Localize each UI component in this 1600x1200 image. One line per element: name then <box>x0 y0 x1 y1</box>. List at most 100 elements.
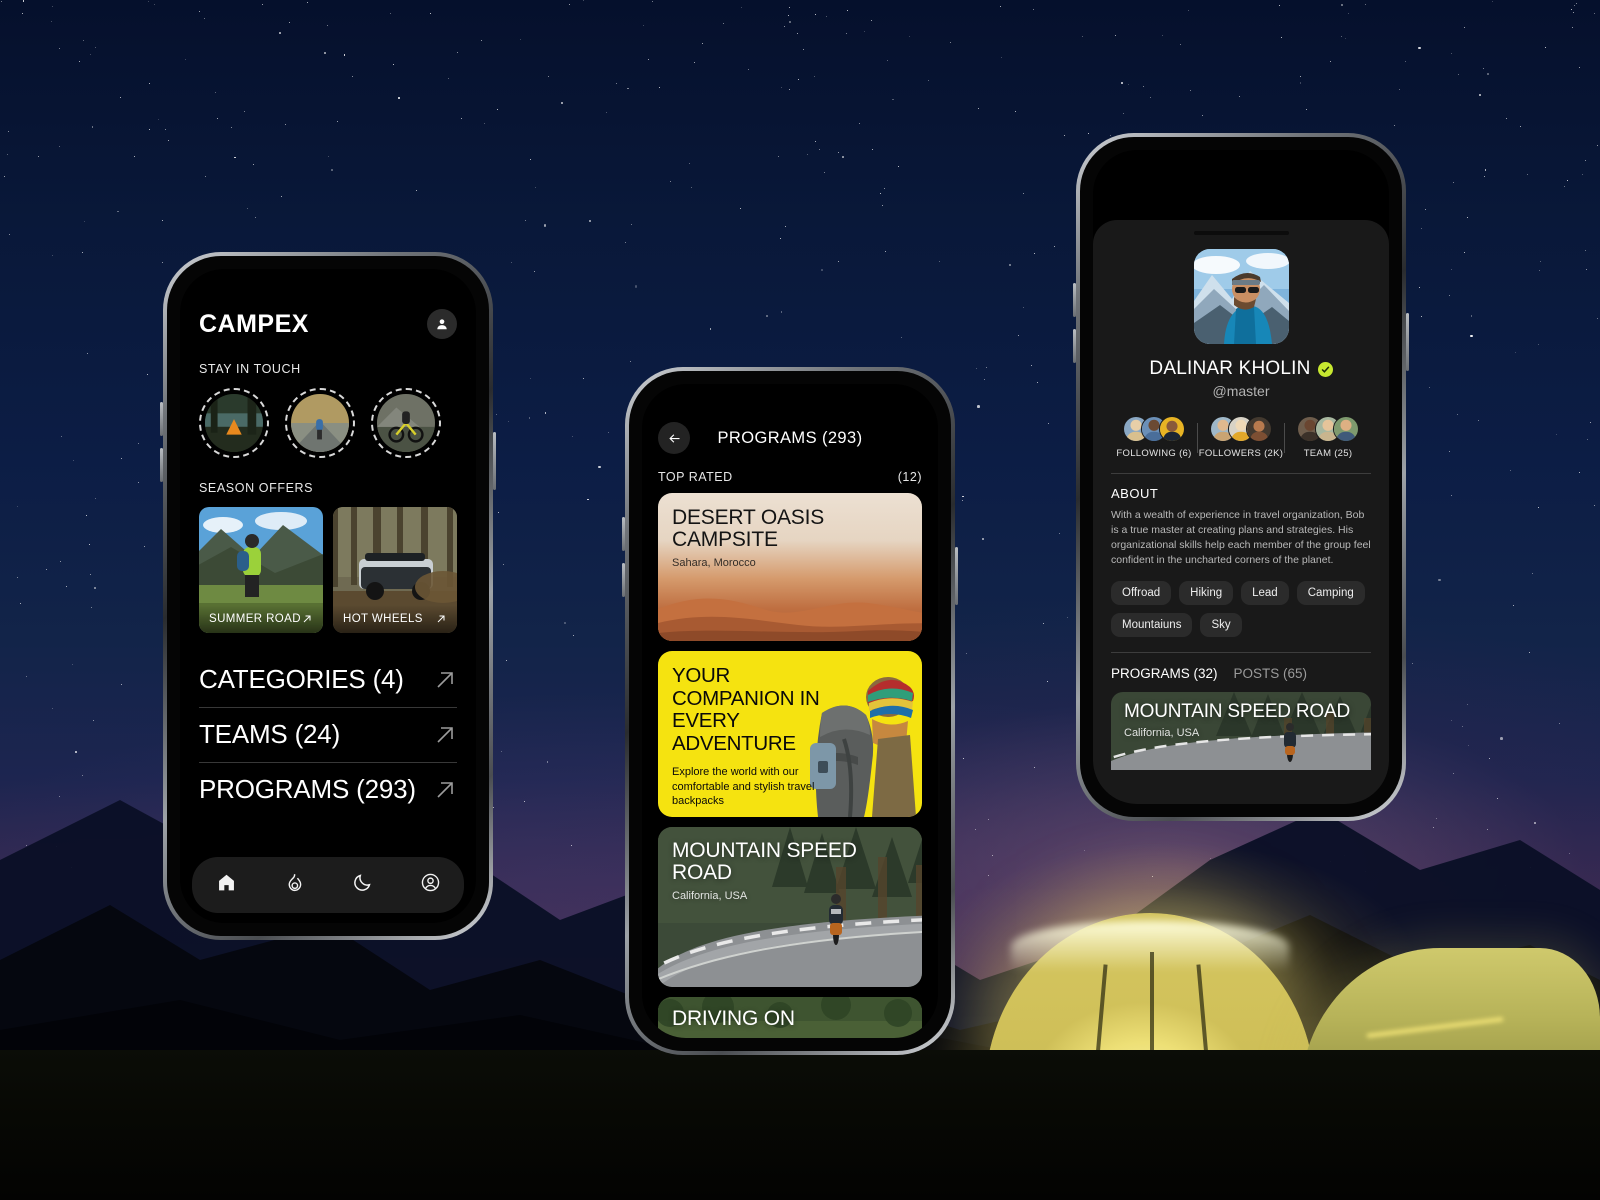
arrow-up-right-icon <box>303 615 311 623</box>
stat-team[interactable]: TEAM (25) <box>1285 416 1371 459</box>
stories-row[interactable] <box>199 388 457 458</box>
card-location: California, USA <box>672 889 748 902</box>
phone2-power[interactable] <box>955 547 958 605</box>
story-item[interactable] <box>371 388 441 458</box>
tab-night[interactable] <box>352 872 373 898</box>
tag-offroad[interactable]: Offroad <box>1111 580 1172 605</box>
arrow-up-right-icon <box>437 726 453 743</box>
arrow-up-right-icon <box>437 781 453 798</box>
tab-profile[interactable] <box>420 872 441 898</box>
promo-card-backpacks[interactable]: YOUR COMPANION IN EVERY ADVENTURE Explor… <box>658 651 922 817</box>
card-location: Sahara, Morocco <box>672 556 756 569</box>
tab-posts[interactable]: POSTS (65) <box>1234 666 1308 681</box>
profile-tabs: PROGRAMS (32) POSTS (65) <box>1111 666 1371 681</box>
nav-label: PROGRAMS (293) <box>199 774 416 804</box>
arrow-up-right-icon <box>437 671 453 688</box>
profile-handle: @master <box>1212 383 1270 399</box>
avatar-stack <box>1210 416 1272 442</box>
program-card-desert-oasis[interactable]: DESERT OASIS CAMPSITE Sahara, Morocco <box>658 493 922 641</box>
nav-label: TEAMS (24) <box>199 719 341 749</box>
story-ring <box>371 388 441 458</box>
phone-profile-screen: DALINAR KHOLIN @master FOLLOWING (6) FOL… <box>1073 133 1409 821</box>
card-title: DESERT OASIS CAMPSITE <box>672 506 825 551</box>
verified-check-icon <box>1317 361 1333 377</box>
offer-caption: SUMMER ROAD <box>199 605 323 633</box>
phone3-power[interactable] <box>1406 313 1409 371</box>
phone1-screen: CAMPEX STAY IN TOUCH SEASON OFFERS SUMME… <box>180 269 476 923</box>
card-title: MOUNTAIN SPEED ROAD <box>1124 700 1350 722</box>
tag-mountaiuns[interactable]: Mountaiuns <box>1111 612 1193 637</box>
phone2-volume-down[interactable] <box>622 563 625 597</box>
tab-programs[interactable]: PROGRAMS (32) <box>1111 666 1218 681</box>
offer-card-hot-wheels[interactable]: HOT WHEELS <box>333 507 457 633</box>
phone1-notch <box>271 269 385 277</box>
nav-label: CATEGORIES (4) <box>199 664 404 694</box>
tag-sky[interactable]: Sky <box>1200 612 1242 637</box>
profile-name-row: DALINAR KHOLIN <box>1111 358 1371 380</box>
nav-item-programs[interactable]: PROGRAMS (293) <box>199 763 457 817</box>
tab-trending[interactable] <box>284 872 305 898</box>
offer-card-summer-road[interactable]: SUMMER ROAD <box>199 507 323 633</box>
phone1-volume-down[interactable] <box>160 448 163 482</box>
program-card-mountain-speed-road[interactable]: MOUNTAIN SPEED ROAD California, USA <box>658 827 922 987</box>
section-label: TOP RATED <box>658 470 733 484</box>
profile-program-card[interactable]: MOUNTAIN SPEED ROAD California, USA <box>1111 691 1371 770</box>
avatar <box>1333 416 1359 442</box>
avatar-stack <box>1123 416 1185 442</box>
phone3-notch <box>1184 150 1298 158</box>
card-text: MOUNTAIN SPEED ROAD California, USA <box>672 840 922 902</box>
tag-hiking[interactable]: Hiking <box>1179 580 1234 605</box>
profile-button[interactable] <box>427 309 457 339</box>
profile-name: DALINAR KHOLIN <box>1149 358 1311 379</box>
avatar <box>1159 416 1185 442</box>
card-text: DESERT OASIS CAMPSITE Sahara, Morocco <box>672 507 922 569</box>
tag-camping[interactable]: Camping <box>1296 580 1365 605</box>
user-circle-icon <box>421 873 439 892</box>
phone2-bezel: PROGRAMS (293) TOP RATED (12) DESERT OAS… <box>629 371 951 1051</box>
offer-label: SUMMER ROAD <box>209 613 301 625</box>
story-item[interactable] <box>199 388 269 458</box>
card-title: MOUNTAIN SPEED ROAD <box>672 839 857 884</box>
stay-in-touch-label: STAY IN TOUCH <box>199 362 301 376</box>
nav-item-teams[interactable]: TEAMS (24) <box>199 708 457 763</box>
nav-list: CATEGORIES (4) TEAMS (24) PROGRAMS (293) <box>199 653 457 817</box>
flame-icon <box>288 874 301 892</box>
ground <box>0 1050 1600 1200</box>
phone3-bezel: DALINAR KHOLIN @master FOLLOWING (6) FOL… <box>1080 137 1402 817</box>
section-count: (12) <box>897 470 922 484</box>
promo-body: Explore the world with our comfortable a… <box>672 766 815 808</box>
avatar <box>1246 416 1272 442</box>
stat-followers[interactable]: FOLLOWERS (2K) <box>1198 416 1284 459</box>
tab-home[interactable] <box>216 872 237 898</box>
app-header: CAMPEX <box>180 269 476 339</box>
tag-list: Offroad Hiking Lead Camping Mountaiuns S… <box>1111 580 1371 637</box>
season-offers-row: SUMMER ROAD HOT WHEELS <box>199 507 457 633</box>
divider <box>1111 651 1371 653</box>
phone2-volume-up[interactable] <box>622 517 625 551</box>
stat-following[interactable]: FOLLOWING (6) <box>1111 416 1197 459</box>
promo-heading: YOUR COMPANION IN EVERY ADVENTURE <box>672 664 820 755</box>
desert-dunes-image <box>658 598 922 641</box>
profile-photo-mountaineer <box>1193 249 1289 344</box>
phone3-volume-up[interactable] <box>1073 283 1076 317</box>
divider <box>1111 473 1371 474</box>
avatar[interactable] <box>1193 249 1289 344</box>
card-title: DRIVING ON <box>672 1007 795 1030</box>
phone1-power[interactable] <box>493 432 496 490</box>
program-card-driving-on[interactable]: DRIVING ON <box>658 997 922 1038</box>
offer-label: HOT WHEELS <box>343 613 423 625</box>
story-item[interactable] <box>285 388 355 458</box>
home-icon <box>218 874 234 891</box>
sheet-drag-handle[interactable] <box>1193 231 1289 235</box>
phone1-volume-up[interactable] <box>160 402 163 436</box>
story-ring <box>285 388 355 458</box>
stat-label: FOLLOWING (6) <box>1116 448 1192 459</box>
user-icon <box>437 319 447 330</box>
offer-caption: HOT WHEELS <box>333 605 457 633</box>
nav-item-categories[interactable]: CATEGORIES (4) <box>199 653 457 708</box>
phone3-volume-down[interactable] <box>1073 329 1076 363</box>
phone1-bezel: CAMPEX STAY IN TOUCH SEASON OFFERS SUMME… <box>167 256 489 936</box>
tag-lead[interactable]: Lead <box>1241 580 1289 605</box>
programs-list: DESERT OASIS CAMPSITE Sahara, Morocco YO… <box>642 493 938 1038</box>
promo-text: YOUR COMPANION IN EVERY ADVENTURE Explor… <box>672 664 836 809</box>
